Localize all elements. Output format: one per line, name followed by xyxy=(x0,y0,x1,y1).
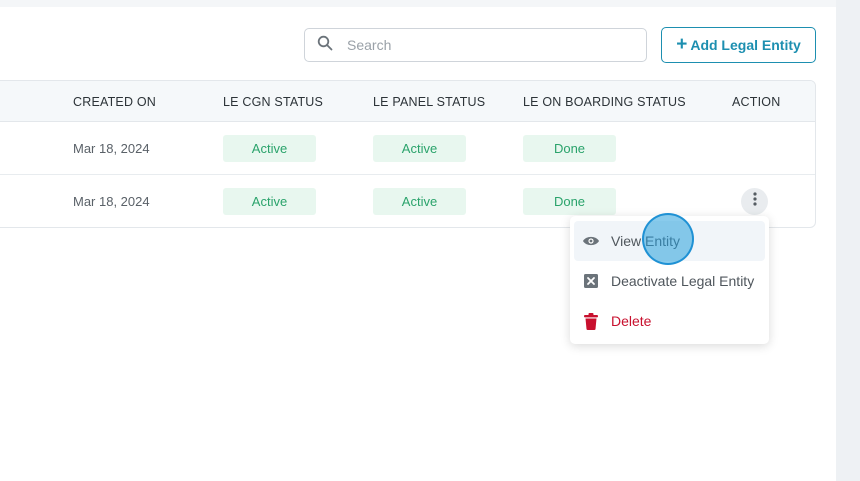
status-badge: Active xyxy=(373,188,466,215)
table-header: K CREATED ON LE CGN STATUS LE PANEL STAT… xyxy=(0,81,815,122)
status-badge: Active xyxy=(223,188,316,215)
status-badge: Active xyxy=(373,135,466,162)
menu-item-label: Deactivate Legal Entity xyxy=(611,273,755,289)
column-header-le-cgn-status: LE CGN STATUS xyxy=(223,95,324,109)
column-header-created-on: CREATED ON xyxy=(73,95,157,109)
column-header-le-onboarding-status: LE ON BOARDING STATUS xyxy=(523,95,686,109)
legal-entity-table: K CREATED ON LE CGN STATUS LE PANEL STAT… xyxy=(0,80,816,228)
status-badge: Done xyxy=(523,188,616,215)
row-actions-button[interactable] xyxy=(741,188,768,215)
more-vertical-icon xyxy=(752,192,757,211)
right-scroll-rail xyxy=(836,0,860,481)
menu-item-deactivate-legal-entity[interactable]: Deactivate Legal Entity xyxy=(574,261,765,301)
created-on-cell: Mar 18, 2024 xyxy=(73,194,150,209)
row-action-menu: View Entity Deactivate Legal Entity Dele… xyxy=(570,216,769,344)
column-header-action: ACTION xyxy=(732,95,781,109)
add-legal-entity-button[interactable]: + Add Legal Entity xyxy=(661,27,816,63)
add-legal-entity-label: Add Legal Entity xyxy=(690,37,801,53)
created-on-cell: Mar 18, 2024 xyxy=(73,141,150,156)
table-row: Mar 18, 2024 Active Active Done xyxy=(0,122,815,175)
menu-item-label: View Entity xyxy=(611,233,680,249)
eye-icon xyxy=(582,232,600,250)
menu-item-view-entity[interactable]: View Entity xyxy=(574,221,765,261)
search-box[interactable] xyxy=(304,28,647,62)
search-input[interactable] xyxy=(345,36,629,54)
status-badge: Done xyxy=(523,135,616,162)
x-square-icon xyxy=(582,272,600,290)
plus-icon: + xyxy=(676,33,688,55)
trash-icon xyxy=(582,312,600,330)
menu-item-label: Delete xyxy=(611,313,652,329)
search-icon xyxy=(317,35,333,56)
status-badge: Active xyxy=(223,135,316,162)
menu-item-delete[interactable]: Delete xyxy=(574,301,765,341)
column-header-le-panel-status: LE PANEL STATUS xyxy=(373,95,486,109)
